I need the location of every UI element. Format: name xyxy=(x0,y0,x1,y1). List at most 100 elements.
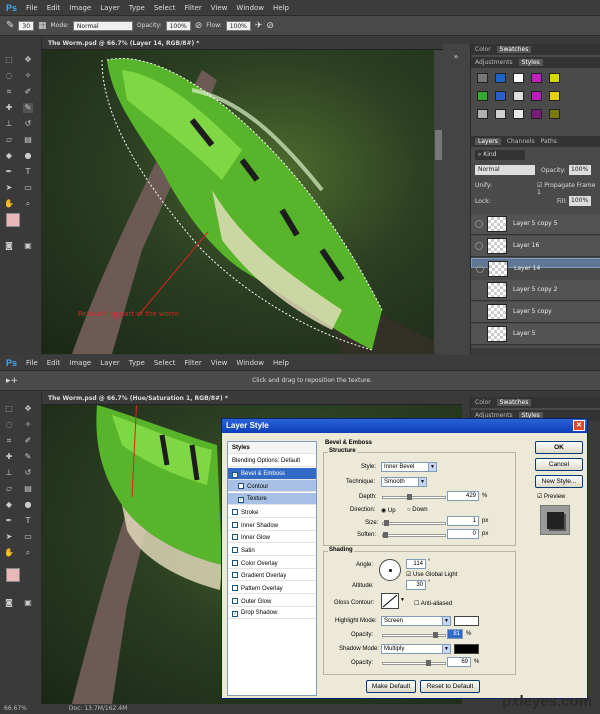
crop-icon[interactable]: ⌗ xyxy=(4,436,14,446)
style-list-item[interactable]: ✓ Drop Shadow xyxy=(228,607,316,620)
stamp-icon[interactable]: ⊥ xyxy=(4,468,14,478)
direction-down-radio[interactable]: ○ Down xyxy=(407,507,428,513)
foreground-color[interactable] xyxy=(6,568,20,582)
style-checkbox[interactable]: ✓ xyxy=(232,611,238,618)
healing-icon[interactable]: ✚ xyxy=(4,103,14,113)
menu-view[interactable]: View xyxy=(211,359,228,367)
pressure-size-icon[interactable]: ⊘ xyxy=(266,21,274,31)
bevel-style-select[interactable]: Inner Bevel ▼ xyxy=(381,462,437,472)
size-slider-knob[interactable] xyxy=(384,520,389,526)
menu-filter[interactable]: Filter xyxy=(184,359,201,367)
status-zoom[interactable]: 66.67% xyxy=(4,705,27,712)
path-select-icon[interactable]: ➤ xyxy=(4,532,14,542)
history-brush-icon[interactable]: ↺ xyxy=(23,468,33,478)
style-list-item[interactable]: Gradient Overlay xyxy=(228,569,316,582)
brush-tool-icon[interactable]: ✎ xyxy=(6,20,14,31)
highlight-color-swatch[interactable] xyxy=(454,616,479,626)
style-checkbox[interactable] xyxy=(232,585,238,591)
menu-image[interactable]: Image xyxy=(69,4,91,12)
highlight-mode-select[interactable]: Screen ▼ xyxy=(381,616,451,626)
layer-row-selected[interactable]: Layer 14 xyxy=(471,258,600,277)
panel-collapse-icon[interactable]: » xyxy=(451,52,461,62)
top-canvas-scrollbar[interactable] xyxy=(434,50,443,354)
screen-mode-icon[interactable]: ▣ xyxy=(23,598,33,608)
brush-icon[interactable]: ✎ xyxy=(23,103,33,113)
style-preset-swatch[interactable] xyxy=(495,109,506,119)
healing-icon[interactable]: ✚ xyxy=(4,452,14,462)
marquee-icon[interactable]: ⬚ xyxy=(4,55,14,65)
mode-select[interactable]: Normal xyxy=(72,20,133,31)
altitude-input[interactable]: 30 xyxy=(406,580,426,590)
layer-row[interactable]: Layer 5 xyxy=(471,324,600,345)
menu-edit[interactable]: Edit xyxy=(47,359,61,367)
menu-help[interactable]: Help xyxy=(273,359,289,367)
blur-icon[interactable]: ◆ xyxy=(4,500,14,510)
soften-input[interactable]: 0 xyxy=(447,529,479,539)
style-preset-swatch[interactable] xyxy=(477,73,488,83)
move-icon[interactable]: ✥ xyxy=(23,404,33,414)
blend-mode-select[interactable]: Normal xyxy=(475,165,535,175)
menu-type[interactable]: Type xyxy=(129,4,145,12)
style-checkbox[interactable] xyxy=(232,534,238,541)
highlight-opacity-knob[interactable] xyxy=(433,632,438,638)
eyedropper-icon[interactable]: ✐ xyxy=(23,87,33,97)
menu-view[interactable]: View xyxy=(211,4,228,12)
dodge-icon[interactable]: ● xyxy=(23,151,33,161)
fill-input[interactable]: 100% xyxy=(569,196,591,206)
style-list-item[interactable]: Pattern Overlay xyxy=(228,582,316,594)
global-light-checkbox[interactable]: ☑ Use Global Light xyxy=(406,571,457,578)
style-checkbox[interactable] xyxy=(232,572,238,579)
style-list-item[interactable]: Outer Glow xyxy=(228,595,316,607)
crop-icon[interactable]: ⌗ xyxy=(4,87,14,97)
quick-select-icon[interactable]: ✧ xyxy=(23,71,33,81)
brush-icon[interactable]: ✎ xyxy=(23,452,33,462)
angle-input[interactable]: 114 xyxy=(406,559,426,569)
lasso-icon[interactable]: ◌ xyxy=(4,71,14,81)
menu-window[interactable]: Window xyxy=(236,359,264,367)
style-checkbox[interactable] xyxy=(232,508,238,515)
move-icon[interactable]: ✥ xyxy=(23,55,33,65)
opacity-input[interactable]: 100% xyxy=(165,20,191,31)
close-icon[interactable]: ✕ xyxy=(573,420,585,431)
style-list-item[interactable]: Stroke xyxy=(228,506,316,518)
shadow-opacity-knob[interactable] xyxy=(426,660,431,666)
shadow-opacity-input[interactable]: 69 xyxy=(447,657,471,667)
menu-edit[interactable]: Edit xyxy=(47,4,61,12)
style-checkbox[interactable] xyxy=(232,597,238,604)
shape-icon[interactable]: ▭ xyxy=(23,183,33,193)
history-brush-icon[interactable]: ↺ xyxy=(23,119,33,129)
hand-icon[interactable]: ✋ xyxy=(4,548,14,558)
top-document-tab[interactable]: The Worm.psd @ 66.7% (Layer 14, RGB/8#) … xyxy=(42,37,462,50)
style-list-item[interactable]: Satin xyxy=(228,544,316,556)
make-default-button[interactable]: Make Default xyxy=(366,680,416,693)
quick-mask-icon[interactable]: ◙ xyxy=(4,241,14,251)
tab-color[interactable]: Color xyxy=(475,399,491,406)
menu-type[interactable]: Type xyxy=(129,359,145,367)
cancel-button[interactable]: Cancel xyxy=(535,458,583,471)
eraser-icon[interactable]: ▱ xyxy=(4,135,14,145)
style-list-item[interactable]: Blending Options: Default xyxy=(228,455,316,467)
shadow-opacity-slider[interactable] xyxy=(382,660,446,666)
hand-icon[interactable]: ✋ xyxy=(4,199,14,209)
style-checkbox[interactable] xyxy=(232,546,238,553)
style-checkbox[interactable]: ✓ xyxy=(232,471,238,478)
style-list-item[interactable]: Color Overlay xyxy=(228,557,316,569)
menu-filter[interactable]: Filter xyxy=(184,4,201,12)
style-preset-swatch[interactable] xyxy=(495,91,506,101)
anti-aliased-checkbox[interactable]: ☐ Anti-aliased xyxy=(414,600,452,607)
visibility-eye-icon[interactable] xyxy=(475,308,483,316)
flow-input[interactable]: 100% xyxy=(225,20,251,31)
layer-row[interactable]: Layer 16 xyxy=(471,236,600,257)
soften-slider[interactable] xyxy=(382,532,446,538)
shadow-mode-select[interactable]: Multiply ▼ xyxy=(381,644,451,654)
style-preset-swatch[interactable] xyxy=(495,73,506,83)
menu-image[interactable]: Image xyxy=(69,359,91,367)
zoom-icon[interactable]: ⌕ xyxy=(23,199,33,209)
visibility-eye-icon[interactable] xyxy=(476,265,484,273)
gradient-icon[interactable]: ▤ xyxy=(23,484,33,494)
chevron-down-icon[interactable]: ▼ xyxy=(400,597,405,603)
tab-channels[interactable]: Channels xyxy=(507,138,535,145)
style-checkbox[interactable]: ✓ xyxy=(238,497,244,504)
quick-mask-icon[interactable]: ◙ xyxy=(4,598,14,608)
stamp-icon[interactable]: ⊥ xyxy=(4,119,14,129)
